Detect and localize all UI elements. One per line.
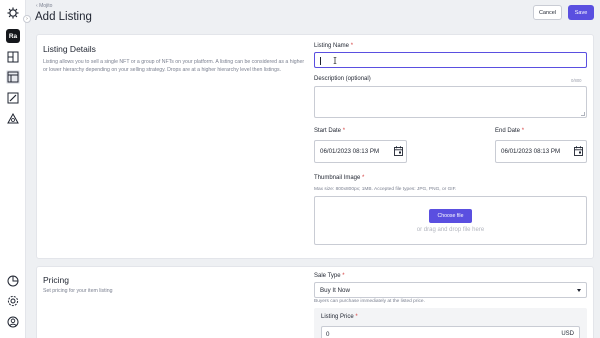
listing-name-input[interactable] — [314, 52, 587, 68]
sidebar: Ra — [0, 0, 26, 338]
start-date-input[interactable]: 06/01/2023 08:13 PM — [314, 140, 407, 163]
calendar-icon[interactable] — [574, 146, 583, 156]
mouse-cursor-icon — [333, 57, 337, 64]
profile-icon[interactable] — [6, 315, 20, 329]
end-date-value: 06/01/2023 08:13 PM — [501, 148, 561, 155]
thumbnail-dropzone[interactable]: Choose file or drag and drop file here — [314, 196, 587, 245]
section-description: Set pricing for your item listing — [43, 288, 113, 294]
settings-icon[interactable] — [6, 294, 20, 308]
section-title: Listing Details — [43, 44, 96, 54]
listing-price-input[interactable]: 0 USD — [321, 326, 580, 338]
page-title: Add Listing — [35, 11, 92, 23]
breadcrumb[interactable]: ‹ Mojito — [36, 3, 52, 9]
section-title: Pricing — [43, 275, 69, 285]
analytics-icon[interactable] — [6, 274, 20, 288]
dashboard-icon[interactable] — [6, 50, 20, 64]
listing-price-value: 0 — [326, 331, 330, 338]
thumbnail-label: Thumbnail Image * — [314, 175, 365, 181]
logo-gear-icon[interactable] — [6, 6, 20, 20]
listing-name-label: Listing Name * — [314, 43, 354, 49]
start-date-value: 06/01/2023 08:13 PM — [320, 148, 380, 155]
start-date-label: Start Date * — [314, 128, 346, 134]
choose-file-button[interactable]: Choose file — [429, 209, 472, 223]
edit-icon[interactable] — [6, 91, 20, 105]
section-description: Listing allows you to sell a single NFT … — [43, 59, 305, 73]
listing-price-label: Listing Price * — [321, 314, 358, 320]
org-avatar[interactable]: Ra — [6, 29, 20, 43]
chevron-down-icon — [577, 289, 581, 292]
description-counter: 0/800 — [571, 78, 582, 83]
drop-hint: or drag and drop file here — [416, 227, 485, 233]
sale-type-value: Buy It Now — [320, 287, 350, 294]
currency-unit: USD — [561, 331, 574, 337]
text-caret — [320, 57, 321, 65]
save-button[interactable]: Save — [568, 5, 594, 20]
cancel-button[interactable]: Cancel — [533, 5, 562, 20]
description-label: Description (optional) — [314, 76, 371, 82]
sale-type-hint: Buyers can purchase immediately at the l… — [314, 299, 425, 304]
sale-type-select[interactable]: Buy It Now — [314, 282, 587, 298]
resize-grip-icon[interactable] — [581, 112, 585, 116]
page-header: ‹ Mojito Add Listing Cancel Save — [26, 0, 600, 30]
thumbnail-hint: Max size: 800x800px; 1MB. Accepted file … — [314, 187, 457, 192]
listings-icon[interactable] — [6, 70, 20, 84]
description-textarea[interactable] — [314, 86, 587, 118]
drops-icon[interactable] — [6, 112, 20, 126]
end-date-label: End Date * — [495, 128, 525, 134]
end-date-input[interactable]: 06/01/2023 08:13 PM — [495, 140, 587, 163]
sale-type-label: Sale Type * — [314, 273, 345, 279]
breadcrumb-link[interactable]: Mojito — [39, 3, 52, 9]
calendar-icon[interactable] — [394, 146, 403, 156]
